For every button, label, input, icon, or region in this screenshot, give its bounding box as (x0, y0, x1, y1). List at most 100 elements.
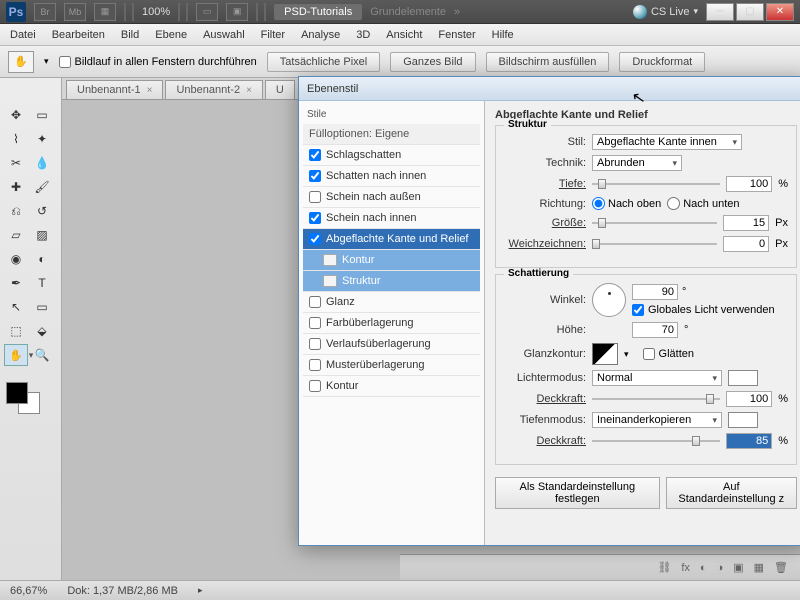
scroll-all-windows-checkbox[interactable]: Bildlauf in allen Fenstern durchführen (59, 56, 257, 68)
style-inner-shadow[interactable]: Schatten nach innen (303, 166, 480, 187)
dodge-tool[interactable]: ◐ (30, 248, 54, 270)
doc-tab-2[interactable]: Unbenannt-2× (165, 80, 262, 99)
actual-pixels-button[interactable]: Tatsächliche Pixel (267, 52, 380, 72)
size-slider[interactable] (592, 220, 717, 226)
shadow-color-swatch[interactable] (728, 412, 758, 428)
gloss-contour-picker[interactable] (592, 343, 618, 365)
size-input[interactable]: 15 (723, 215, 769, 231)
make-default-button[interactable]: Als Standardeinstellung festlegen (495, 477, 660, 509)
fill-options-header[interactable]: Fülloptionen: Eigene (303, 124, 480, 145)
cslive-label[interactable]: CS Live (651, 6, 690, 18)
angle-dial[interactable] (592, 283, 626, 317)
marquee-tool[interactable]: ▭ (30, 104, 54, 126)
style-satin[interactable]: Glanz (303, 292, 480, 313)
print-size-button[interactable]: Druckformat (619, 52, 705, 72)
close-icon[interactable]: × (147, 85, 153, 96)
arrange-button[interactable]: ▭ (196, 3, 218, 21)
style-drop-shadow[interactable]: Schlagschatten (303, 145, 480, 166)
fit-screen-button[interactable]: Ganzes Bild (390, 52, 475, 72)
view-extras-button[interactable]: ▦ (94, 3, 116, 21)
3d-cam-tool[interactable]: ⬙ (30, 320, 54, 342)
highlight-color-swatch[interactable] (728, 370, 758, 386)
workspace-more-icon[interactable]: » (454, 6, 460, 18)
new-layer-icon[interactable]: ▦ (754, 561, 764, 574)
workspace-grundelemente[interactable]: Grundelemente (370, 6, 446, 18)
style-bevel-texture[interactable]: Struktur (303, 271, 480, 292)
menu-auswahl[interactable]: Auswahl (203, 29, 245, 41)
styles-header[interactable]: Stile (303, 107, 480, 124)
doc-tab-3[interactable]: U (265, 80, 295, 99)
reset-default-button[interactable]: Auf Standardeinstellung z (666, 477, 797, 509)
type-tool[interactable]: T (30, 272, 54, 294)
menu-fenster[interactable]: Fenster (438, 29, 475, 41)
angle-input[interactable]: 90 (632, 284, 678, 300)
3d-tool[interactable]: ⬚ (4, 320, 28, 342)
highlight-opacity-slider[interactable] (592, 396, 720, 402)
style-stroke[interactable]: Kontur (303, 376, 480, 397)
menu-datei[interactable]: Datei (10, 29, 36, 41)
heal-tool[interactable]: ✚ (4, 176, 28, 198)
hand-tool-icon[interactable]: ✋ (8, 51, 34, 73)
crop-tool[interactable]: ✂ (4, 152, 28, 174)
menu-ansicht[interactable]: Ansicht (386, 29, 422, 41)
wand-tool[interactable]: ✦ (30, 128, 54, 150)
highlight-opacity-input[interactable]: 100 (726, 391, 772, 407)
doc-tab-1[interactable]: Unbenannt-1× (66, 80, 163, 99)
menu-ebene[interactable]: Ebene (155, 29, 187, 41)
folder-icon[interactable]: ▣ (733, 561, 743, 574)
shadow-opacity-input[interactable]: 85 (726, 433, 772, 449)
workspace-psd-tutorials[interactable]: PSD-Tutorials (274, 4, 362, 20)
bridge-button[interactable]: Br (34, 3, 56, 21)
soften-slider[interactable] (592, 241, 717, 247)
stamp-tool[interactable]: ⎌ (4, 200, 28, 222)
style-gradient-overlay[interactable]: Verlaufsüberlagerung (303, 334, 480, 355)
blur-tool[interactable]: ◉ (4, 248, 28, 270)
zoom-tool[interactable]: 🔍 (30, 344, 54, 366)
path-tool[interactable]: ↖ (4, 296, 28, 318)
zoom-display[interactable]: 100% (142, 6, 170, 18)
direction-up-radio[interactable]: Nach oben (592, 197, 661, 210)
style-bevel-emboss[interactable]: Abgeflachte Kante und Relief (303, 229, 480, 250)
menu-bild[interactable]: Bild (121, 29, 139, 41)
style-bevel-contour[interactable]: Kontur (303, 250, 480, 271)
fill-screen-button[interactable]: Bildschirm ausfüllen (486, 52, 610, 72)
fx-icon[interactable]: fx (681, 562, 690, 574)
minibridge-button[interactable]: Mb (64, 3, 86, 21)
gradient-tool[interactable]: ▨ (30, 224, 54, 246)
eraser-tool[interactable]: ▱ (4, 224, 28, 246)
lasso-tool[interactable]: ⌇ (4, 128, 28, 150)
zoom-field[interactable]: 66,67% (10, 585, 47, 597)
brush-tool[interactable]: 🖌 (30, 176, 54, 198)
shadow-mode-select[interactable]: Ineinanderkopieren (592, 412, 722, 428)
menu-analyse[interactable]: Analyse (301, 29, 340, 41)
eyedropper-tool[interactable]: 💧 (30, 152, 54, 174)
trash-icon[interactable]: 🗑 (774, 561, 788, 574)
altitude-input[interactable]: 70 (632, 322, 678, 338)
link-icon[interactable]: ⛓ (657, 561, 671, 574)
style-pattern-overlay[interactable]: Musterüberlagerung (303, 355, 480, 376)
dialog-titlebar[interactable]: Ebenenstil (299, 77, 800, 101)
shadow-opacity-slider[interactable] (592, 438, 720, 444)
menu-3d[interactable]: 3D (356, 29, 370, 41)
history-brush-tool[interactable]: ↺ (30, 200, 54, 222)
close-icon[interactable]: × (246, 85, 252, 96)
highlight-mode-select[interactable]: Normal (592, 370, 722, 386)
fill-icon[interactable]: ◑ (717, 562, 724, 574)
menu-hilfe[interactable]: Hilfe (492, 29, 514, 41)
maximize-button[interactable]: ▢ (736, 3, 764, 21)
menu-filter[interactable]: Filter (261, 29, 285, 41)
close-button[interactable]: ✕ (766, 3, 794, 21)
direction-down-radio[interactable]: Nach unten (667, 197, 739, 210)
style-color-overlay[interactable]: Farbüberlagerung (303, 313, 480, 334)
color-swatches[interactable] (4, 374, 48, 414)
hand-tool[interactable]: ✋ (4, 344, 28, 366)
doc-size[interactable]: Dok: 1,37 MB/2,86 MB (67, 585, 178, 597)
minimize-button[interactable]: ─ (706, 3, 734, 21)
global-light-checkbox[interactable]: Globales Licht verwenden (632, 304, 775, 316)
shape-tool[interactable]: ▭ (30, 296, 54, 318)
antialias-checkbox[interactable]: Glätten (643, 348, 694, 360)
pen-tool[interactable]: ✒ (4, 272, 28, 294)
screenmode-button[interactable]: ▣ (226, 3, 248, 21)
menu-bearbeiten[interactable]: Bearbeiten (52, 29, 105, 41)
style-inner-glow[interactable]: Schein nach innen (303, 208, 480, 229)
